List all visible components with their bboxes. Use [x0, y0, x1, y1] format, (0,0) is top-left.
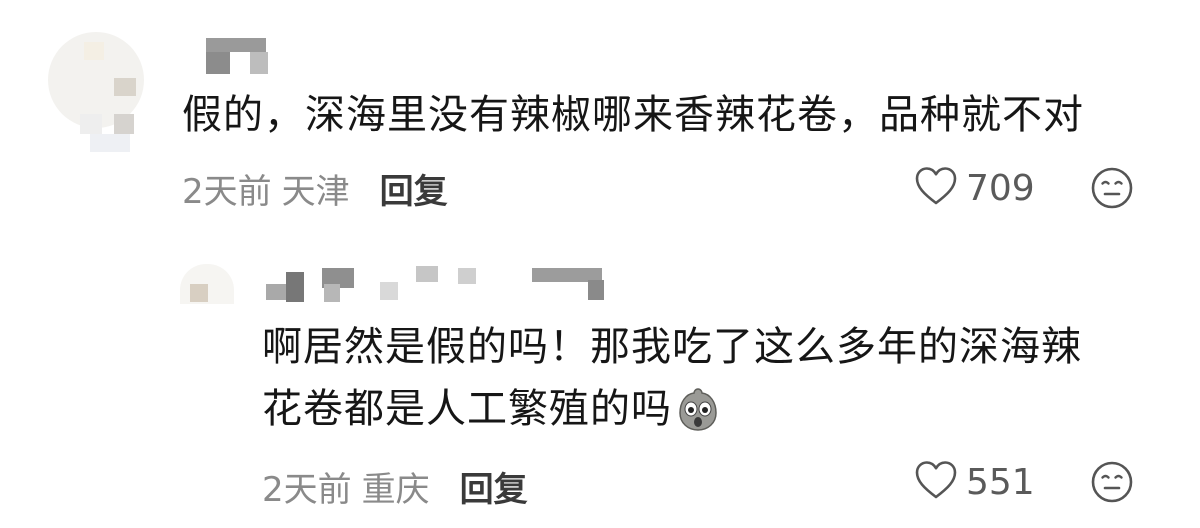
heart-outline-icon [914, 460, 958, 504]
comment-time: 2天前 [262, 470, 352, 510]
heart-outline-icon [914, 166, 958, 210]
like-button[interactable]: 709 [914, 166, 1035, 210]
avatar[interactable] [180, 264, 236, 308]
shocked-face-emoji [674, 385, 722, 433]
comment-text-line-2: 花卷都是人工繁殖的吗 [262, 378, 722, 440]
like-button[interactable]: 551 [914, 460, 1035, 504]
comment-location: 重庆 [361, 470, 430, 510]
comment-text: 假的，深海里没有辣椒哪来香辣花卷，品种就不对 [182, 92, 1084, 138]
reply-button[interactable]: 回复 [460, 462, 528, 511]
comment-text-line-2-label: 花卷都是人工繁殖的吗 [262, 386, 672, 432]
username-redacted[interactable] [206, 38, 270, 74]
like-count: 709 [966, 167, 1035, 209]
comment-location: 天津 [281, 172, 350, 212]
comment-time: 2天前 [182, 172, 272, 212]
neutral-face-icon[interactable] [1090, 166, 1134, 214]
avatar[interactable] [48, 22, 148, 152]
comment-meta: 2天前 重庆 回复 [262, 462, 528, 511]
comment-meta: 2天前 天津 回复 [182, 164, 448, 213]
reply-button[interactable]: 回复 [380, 164, 448, 213]
comment-text-line-1: 啊居然是假的吗！那我吃了这么多年的深海辣 [262, 324, 1082, 370]
neutral-face-icon[interactable] [1090, 460, 1134, 508]
username-redacted[interactable] [262, 264, 612, 304]
like-count: 551 [966, 461, 1035, 503]
